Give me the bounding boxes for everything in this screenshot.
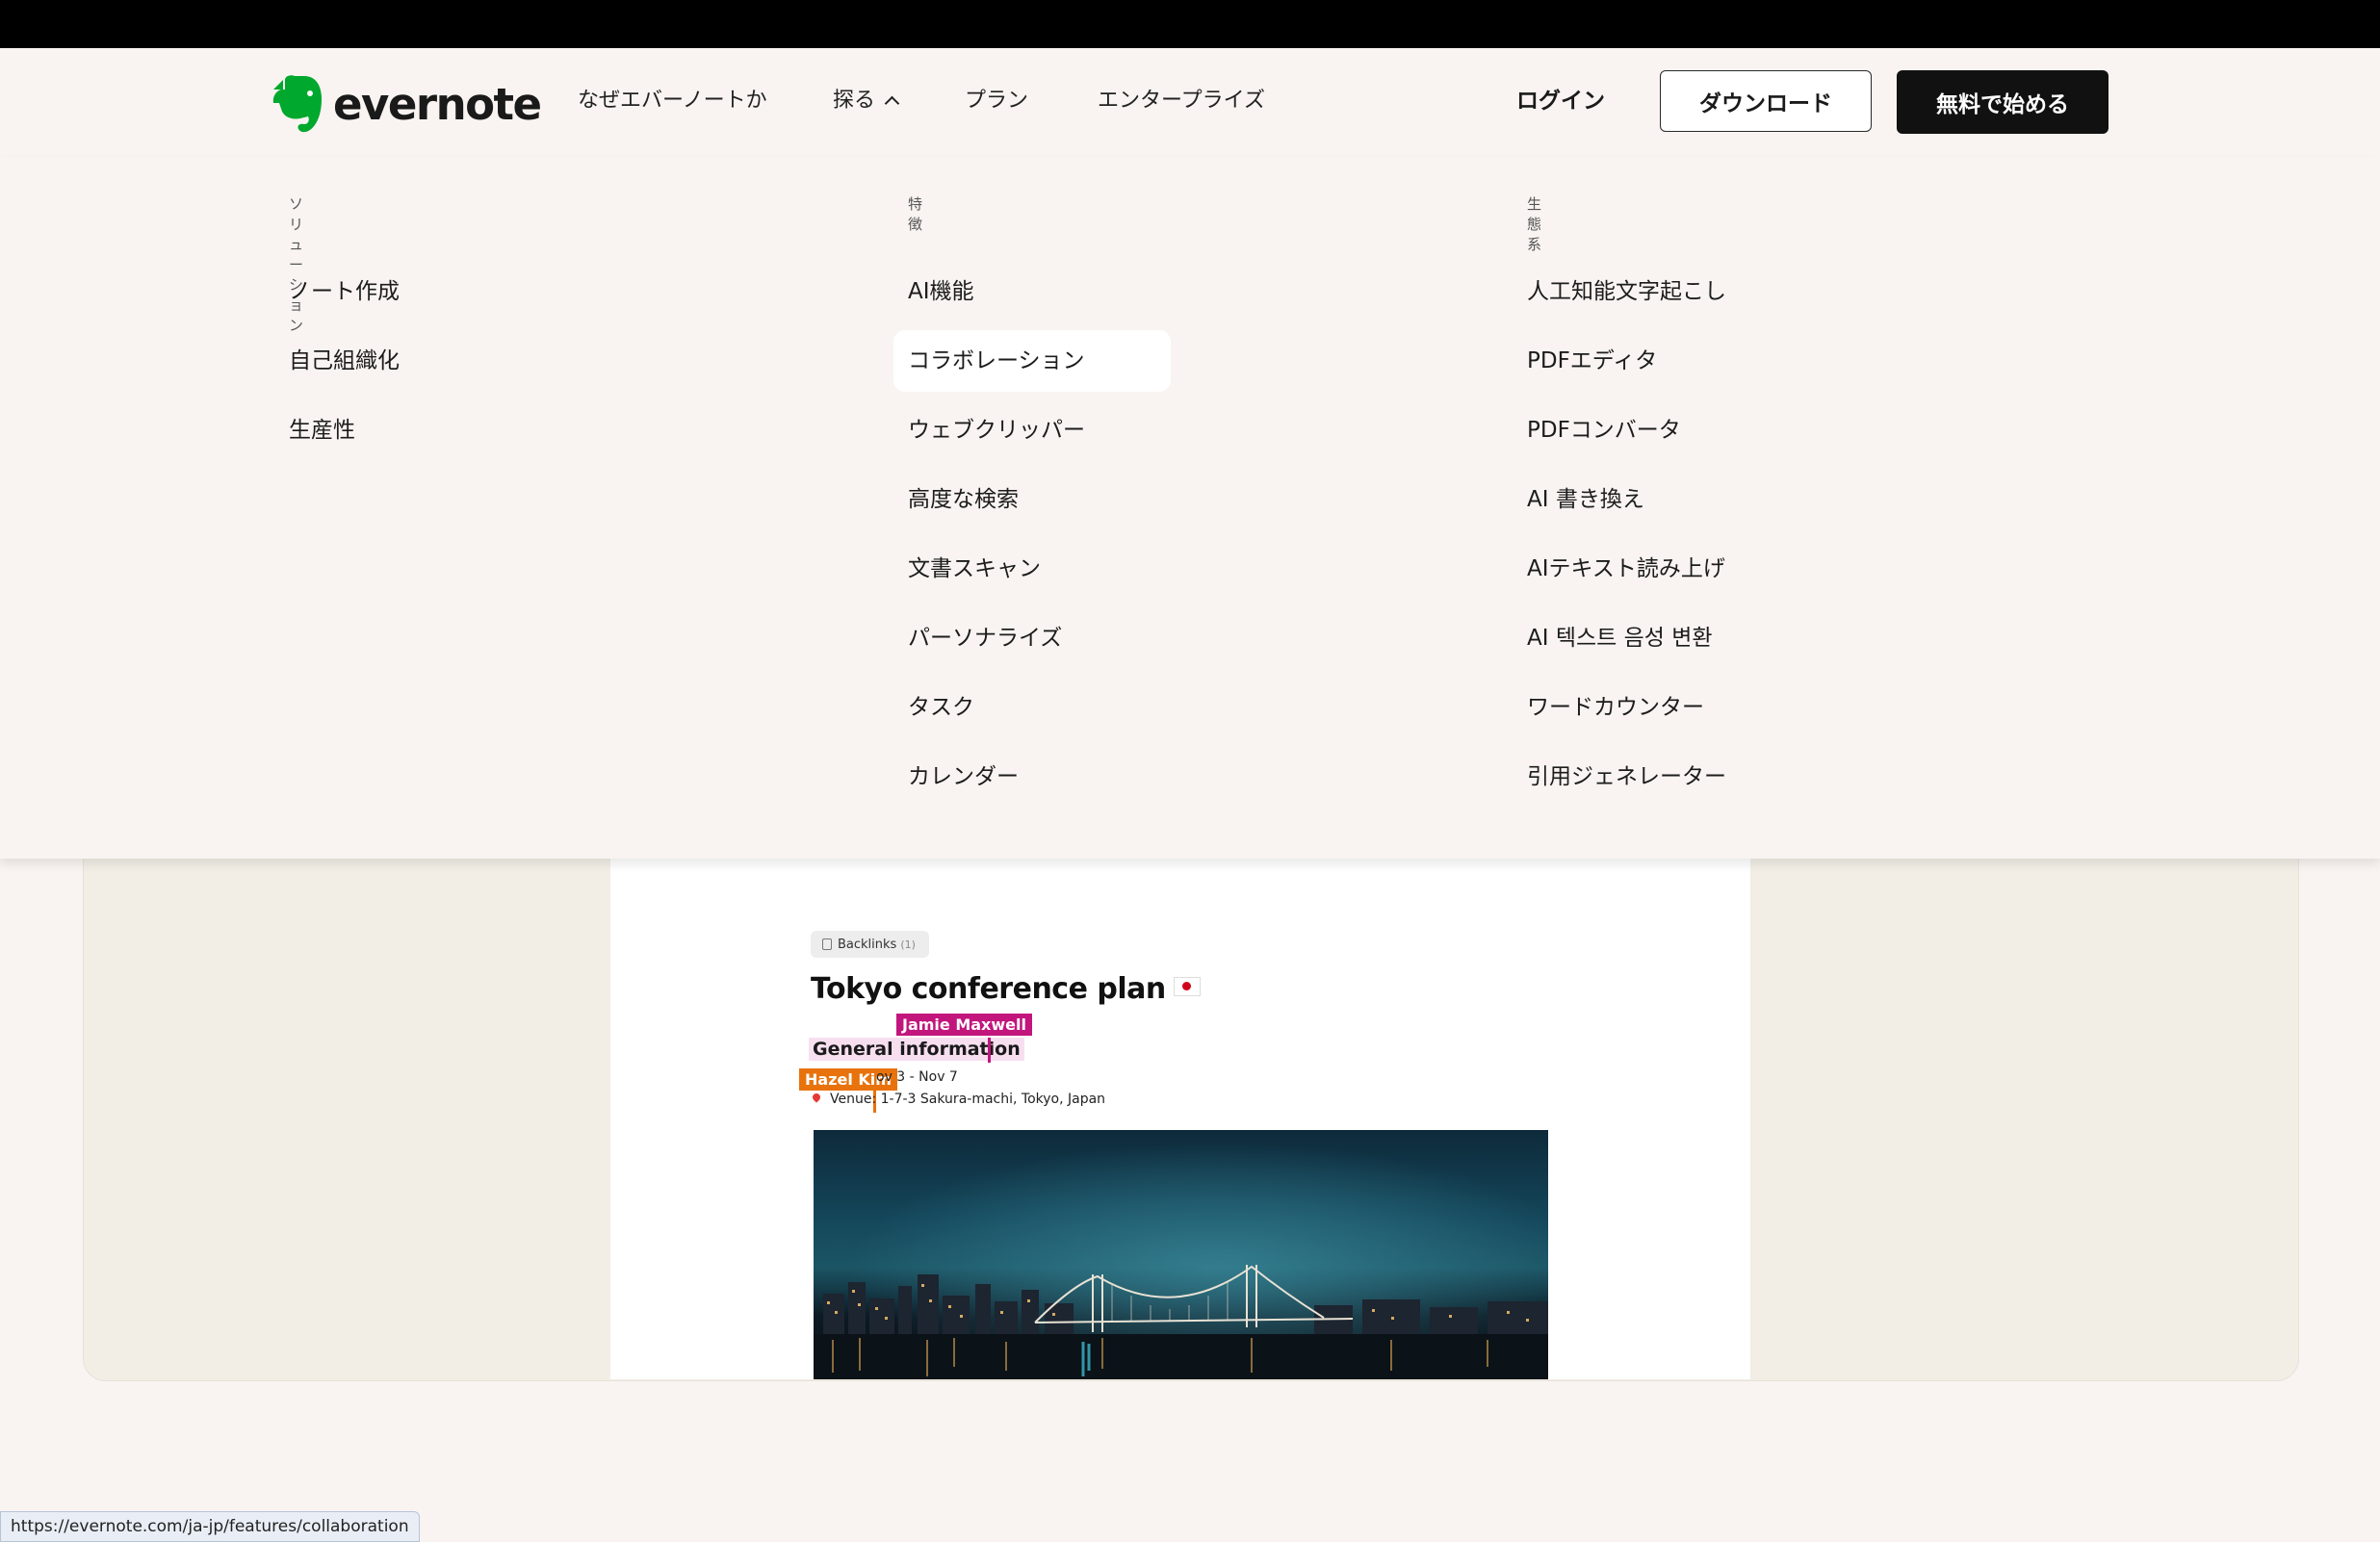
nav-why-evernote[interactable]: なぜエバーノートか: [578, 85, 767, 117]
menu-item-calendar[interactable]: カレンダー: [893, 758, 1033, 796]
menu-item-collaboration[interactable]: コラボレーション: [893, 330, 1171, 392]
features-heading: 特徴: [908, 195, 924, 233]
link-status-bar: https://evernote.com/ja-jp/features/coll…: [0, 1511, 420, 1542]
menu-item-advanced-search[interactable]: 高度な検索: [893, 480, 1033, 519]
menu-item-ai-features[interactable]: AI機能: [893, 272, 989, 311]
menu-item-pdf-converter[interactable]: PDFコンバータ: [1513, 411, 1695, 450]
menu-item-web-clipper[interactable]: ウェブクリッパー: [893, 411, 1099, 450]
note-icon: [822, 938, 832, 950]
menu-item-productivity[interactable]: 生産性: [274, 411, 370, 450]
menu-item-word-counter[interactable]: ワードカウンター: [1513, 688, 1719, 727]
login-link[interactable]: ログイン: [1516, 85, 1605, 117]
jamie-cursor: [988, 1038, 991, 1063]
menu-item-document-scan[interactable]: 文書スキャン: [893, 550, 1055, 588]
menu-item-self-organization[interactable]: 自己組織化: [274, 342, 414, 380]
menu-item-personalize[interactable]: パーソナライズ: [893, 619, 1076, 657]
menu-item-ai-text-to-speech-ko[interactable]: AI 텍스트 음성 변환: [1513, 619, 1727, 657]
menu-item-citation-generator[interactable]: 引用ジェネレーター: [1513, 758, 1741, 796]
venue-line: Venue: 1-7-3 Sakura-machi, Tokyo, Japan: [811, 1092, 1105, 1107]
menu-item-note-taking[interactable]: ノート作成: [274, 272, 414, 311]
menu-item-ai-text-to-speech[interactable]: AIテキスト読み上げ: [1513, 550, 1740, 588]
menu-item-pdf-editor[interactable]: PDFエディタ: [1513, 342, 1671, 380]
section-heading: General information: [809, 1038, 1024, 1061]
nav-plans[interactable]: プラン: [965, 85, 1028, 117]
note-title-text: Tokyo conference plan: [811, 972, 1166, 1006]
nav-explore-label: 探る: [833, 89, 876, 113]
elephant-logo-icon: [272, 75, 322, 133]
backlinks-count: (1): [900, 938, 916, 951]
nav-explore[interactable]: 探る: [833, 85, 900, 117]
japan-flag-icon: [1173, 977, 1201, 996]
nav-enterprise[interactable]: エンタープライズ: [1098, 85, 1265, 117]
chevron-up-icon: [884, 95, 900, 112]
site-header: evernote なぜエバーノートか 探る プラン エンタープライズ ログイン …: [0, 48, 2380, 158]
explore-mega-menu: ソリューション ノート作成 自己組織化 生産性 特徴 AI機能 コラボレーション…: [0, 157, 2380, 859]
pin-icon: [811, 1092, 822, 1103]
note-preview: Backlinks (1) Tokyo conference plan Jami…: [610, 828, 1750, 1379]
download-button[interactable]: ダウンロード: [1660, 70, 1872, 132]
backlinks-chip[interactable]: Backlinks (1): [811, 931, 929, 958]
city-skyline-image: [814, 1130, 1548, 1379]
browser-top-bar: [0, 0, 2380, 48]
venue-value: 1-7-3 Sakura-machi, Tokyo, Japan: [880, 1092, 1106, 1107]
menu-item-ai-rewrite[interactable]: AI 書き換え: [1513, 480, 1659, 519]
ecosystem-heading: 生態系: [1527, 195, 1543, 253]
date-line: ov 3 - Nov 7: [876, 1069, 958, 1085]
start-free-button[interactable]: 無料で始める: [1897, 70, 2108, 134]
evernote-logo[interactable]: evernote: [272, 73, 542, 135]
menu-item-tasks[interactable]: タスク: [893, 688, 989, 727]
logo-text: evernote: [333, 78, 542, 130]
note-title: Tokyo conference plan: [811, 972, 1201, 1006]
tokyo-night-photo: [814, 1130, 1548, 1379]
backlinks-label: Backlinks: [838, 937, 897, 952]
collaborator-tag-jamie: Jamie Maxwell: [896, 1014, 1032, 1036]
solutions-heading: ソリューション: [289, 195, 305, 334]
menu-item-ai-transcription[interactable]: 人工知能文字起こし: [1513, 272, 1741, 311]
venue-label: Venue:: [830, 1092, 877, 1107]
